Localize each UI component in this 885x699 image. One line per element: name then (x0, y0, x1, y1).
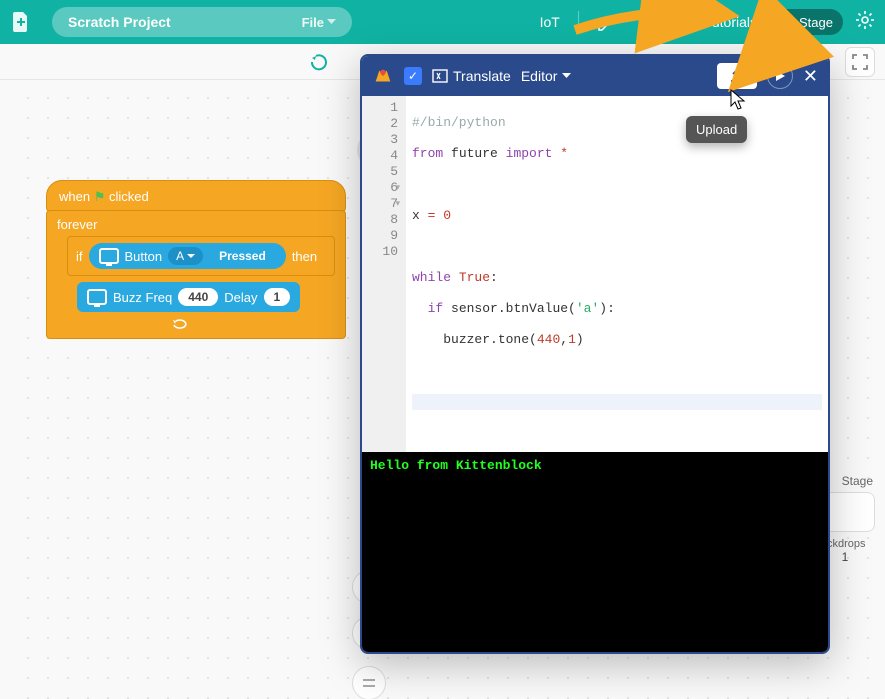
translate-button[interactable]: Translate (432, 68, 511, 84)
settings-icon[interactable] (855, 10, 875, 35)
tutorials-button[interactable]: Tutorials (671, 0, 769, 44)
toggle-knob (771, 12, 791, 32)
play-icon (774, 70, 786, 82)
undo-icon[interactable] (307, 49, 333, 75)
upload-button[interactable] (717, 63, 757, 89)
file-menu-button[interactable]: File (302, 15, 336, 30)
chevron-down-icon (562, 73, 571, 79)
code-editor-panel: ✓ Translate Editor ✕ 1 2 3 4 5 6 7 8 9 (360, 54, 830, 654)
freq-input[interactable]: 440 (178, 288, 218, 306)
fullscreen-icon[interactable] (845, 47, 875, 77)
camera-icon[interactable] (627, 0, 671, 44)
upload-icon (729, 69, 745, 83)
kitten-logo-icon (372, 65, 394, 87)
chevron-down-icon (187, 254, 195, 259)
iot-button[interactable]: IoT (528, 0, 572, 44)
loop-arrow-icon (172, 318, 190, 332)
new-doc-icon[interactable] (10, 11, 32, 33)
stage-toggle[interactable]: Stage (769, 9, 843, 35)
auto-translate-checkbox[interactable]: ✓ (404, 67, 422, 85)
translate-icon (432, 69, 448, 83)
terminal-line: Hello from Kittenblock (370, 458, 820, 473)
edit-icon[interactable] (585, 0, 627, 44)
code-text[interactable]: #/bin/python from future import * x = 0 … (406, 96, 828, 452)
monitor-icon (99, 248, 119, 264)
project-name: Scratch Project (68, 14, 302, 30)
forever-block[interactable]: forever if Button A Pressed then (46, 210, 346, 339)
terminal-output[interactable]: Hello from Kittenblock (362, 452, 828, 652)
flag-icon: ⚑ (94, 189, 106, 204)
run-button[interactable] (767, 63, 793, 89)
code-area[interactable]: 1 2 3 4 5 6 7 8 9 10 #/bin/python from f… (362, 96, 828, 452)
if-block[interactable]: if Button A Pressed then (67, 236, 335, 276)
delay-input[interactable]: 1 (264, 288, 291, 306)
equals-icon[interactable] (352, 666, 386, 699)
editor-menu-button[interactable]: Editor (521, 68, 572, 84)
button-dropdown[interactable]: A (168, 247, 203, 265)
upload-tooltip: Upload (686, 116, 747, 143)
button-pressed-reporter[interactable]: Button A Pressed (89, 243, 286, 269)
separator (578, 11, 579, 33)
monitor-icon (87, 289, 107, 305)
when-flag-clicked-block[interactable]: when ⚑ clicked forever if Button A Press (46, 180, 346, 339)
line-gutter: 1 2 3 4 5 6 7 8 9 10 (362, 96, 406, 452)
editor-header: ✓ Translate Editor ✕ (362, 56, 828, 96)
project-title-pill: Scratch Project File (52, 7, 352, 37)
lightbulb-icon (683, 14, 699, 30)
buzz-block[interactable]: Buzz Freq 440 Delay 1 (77, 282, 300, 312)
chevron-down-icon (327, 19, 336, 25)
close-button[interactable]: ✕ (803, 66, 818, 87)
